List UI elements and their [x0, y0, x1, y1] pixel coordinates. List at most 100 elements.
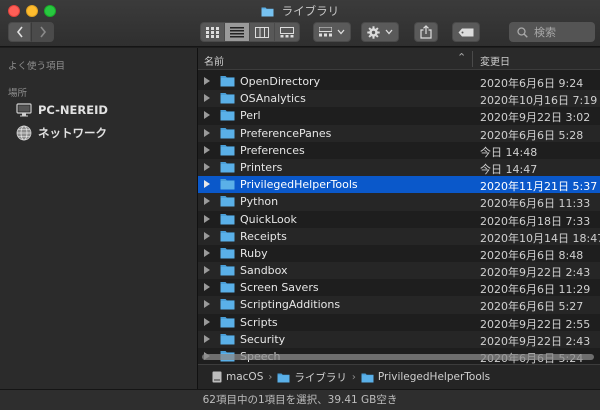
sidebar-item-label: PC-NEREID [38, 103, 108, 117]
icon-view-icon [206, 26, 219, 38]
file-date: 2020年6月6日 5:27 [480, 300, 584, 314]
table-row[interactable]: Security 2020年9月22日 2:43 [198, 330, 600, 348]
chevron-down-icon [337, 29, 345, 35]
disclosure-triangle-icon[interactable] [204, 283, 210, 292]
table-row[interactable]: Python 2020年6月6日 11:33 [198, 193, 600, 211]
folder-icon [220, 299, 235, 310]
path-segment-library[interactable]: ライブラリ [277, 370, 347, 385]
table-row[interactable]: Ruby 2020年6月6日 8:48 [198, 245, 600, 262]
sidebar-item-pc-nereid[interactable]: PC-NEREID [16, 103, 108, 117]
scrollbar-thumb[interactable] [202, 354, 594, 360]
table-row[interactable]: ScriptingAdditions 2020年6月6日 5:27 [198, 296, 600, 314]
sidebar-item-network[interactable]: ネットワーク [16, 125, 107, 141]
table-row[interactable]: OSAnalytics 2020年10月16日 7:19 [198, 90, 600, 108]
file-name: Sandbox [240, 264, 288, 278]
icon-view-button[interactable] [200, 22, 225, 42]
folder-icon [220, 127, 235, 139]
disclosure-triangle-icon[interactable] [204, 214, 210, 223]
file-date: 2020年6月18日 7:33 [480, 214, 591, 228]
table-row[interactable]: PreferencePanes 2020年6月6日 5:28 [198, 124, 600, 142]
table-row[interactable]: Receipts 2020年10月14日 18:47 [198, 227, 600, 245]
list-view-button[interactable] [225, 22, 250, 42]
folder-icon [220, 213, 235, 224]
nav-buttons [8, 22, 54, 42]
chevron-down-icon [385, 29, 393, 35]
status-bar: 62項目中の1項目を選択、39.41 GB空き [0, 389, 600, 410]
file-name: PrivilegedHelperTools [240, 178, 358, 192]
file-date: 2020年10月16日 7:19 [480, 94, 598, 108]
column-view-button[interactable] [250, 22, 275, 42]
back-button[interactable] [8, 22, 31, 42]
sidebar-favorites-heading: よく使う項目 [8, 61, 66, 72]
path-bar: macOS › ライブラリ › PrivilegedHelperTools [198, 364, 600, 389]
folder-icon [220, 316, 235, 328]
disclosure-triangle-icon[interactable] [204, 145, 210, 154]
folder-icon [220, 196, 235, 207]
disclosure-triangle-icon[interactable] [204, 334, 210, 343]
folder-icon [261, 7, 274, 17]
file-date: 2020年9月22日 2:43 [480, 266, 591, 280]
file-name: OSAnalytics [240, 92, 306, 106]
column-header-name[interactable]: 名前 [204, 53, 224, 68]
file-date: 2020年9月22日 2:55 [480, 317, 591, 331]
disclosure-triangle-icon[interactable] [204, 162, 210, 171]
file-name: Perl [240, 109, 261, 123]
disclosure-triangle-icon[interactable] [204, 300, 210, 309]
disclosure-triangle-icon[interactable] [204, 180, 210, 189]
file-name: Python [240, 195, 279, 209]
disclosure-triangle-icon[interactable] [204, 77, 210, 85]
action-menu-button[interactable] [361, 22, 399, 42]
gallery-view-icon [280, 26, 294, 37]
file-date: 2020年9月22日 2:43 [480, 334, 591, 348]
disclosure-triangle-icon[interactable] [204, 128, 210, 137]
share-button[interactable] [414, 22, 438, 42]
table-row[interactable]: Perl 2020年9月22日 3:02 [198, 107, 600, 124]
search-field[interactable]: 検索 [509, 22, 595, 42]
view-mode-control [200, 22, 300, 42]
file-date: 2020年6月6日 11:33 [480, 197, 591, 211]
file-name: Receipts [240, 229, 287, 243]
forward-button[interactable] [31, 22, 54, 42]
table-row[interactable]: Sandbox 2020年9月22日 2:43 [198, 262, 600, 280]
path-segment-privilegedhelpertools[interactable]: PrivilegedHelperTools [361, 371, 490, 383]
disclosure-triangle-icon[interactable] [204, 231, 210, 240]
column-header-date[interactable]: 変更日 [480, 53, 510, 68]
folder-icon [220, 265, 235, 276]
table-row[interactable]: Preferences 今日 14:48 [198, 142, 600, 159]
sidebar: よく使う項目 場所 PC-NEREID ネットワーク [0, 48, 197, 389]
horizontal-scrollbar[interactable] [198, 353, 600, 361]
file-date: 今日 14:48 [480, 145, 538, 159]
table-row[interactable]: Screen Savers 2020年6月6日 11:29 [198, 279, 600, 296]
disclosure-triangle-icon[interactable] [204, 94, 210, 103]
disclosure-triangle-icon[interactable] [204, 111, 210, 120]
file-date: 2020年6月6日 11:29 [480, 283, 591, 297]
file-date: 2020年9月22日 3:02 [480, 111, 591, 125]
file-date: 今日 14:47 [480, 162, 538, 176]
toolbar: ライブラリ 検索 [0, 0, 600, 47]
window-title: ライブラリ [0, 3, 600, 19]
path-segment-macos[interactable]: macOS [212, 371, 263, 383]
disclosure-triangle-icon[interactable] [204, 317, 210, 326]
file-list: 名前 ⌃ 変更日 OpenDirectory 2020年6月6日 9:24 OSAn… [198, 48, 600, 364]
folder-icon [220, 333, 235, 345]
disclosure-triangle-icon[interactable] [204, 197, 210, 206]
chevron-right-icon: › [351, 371, 356, 383]
table-row[interactable]: QuickLook 2020年6月18日 7:33 [198, 211, 600, 228]
folder-icon [220, 161, 235, 173]
table-row[interactable]: Printers 今日 14:47 [198, 158, 600, 177]
tags-button[interactable] [452, 22, 480, 42]
gallery-view-button[interactable] [275, 22, 300, 42]
table-row[interactable]: OpenDirectory 2020年6月6日 9:24 [198, 73, 600, 90]
group-by-button[interactable] [313, 22, 351, 42]
table-row[interactable]: PrivilegedHelperTools 2020年11月21日 5:37 [198, 176, 600, 194]
table-row[interactable]: Scripts 2020年9月22日 2:55 [198, 314, 600, 331]
share-icon [420, 25, 432, 39]
file-name: QuickLook [240, 212, 297, 226]
file-name: PreferencePanes [240, 126, 332, 140]
path-segment-label: PrivilegedHelperTools [377, 371, 491, 383]
disclosure-triangle-icon[interactable] [204, 248, 210, 257]
chevron-right-icon: › [268, 371, 273, 383]
folder-icon [220, 110, 235, 121]
column-separator[interactable] [472, 51, 473, 67]
disclosure-triangle-icon[interactable] [204, 266, 210, 275]
